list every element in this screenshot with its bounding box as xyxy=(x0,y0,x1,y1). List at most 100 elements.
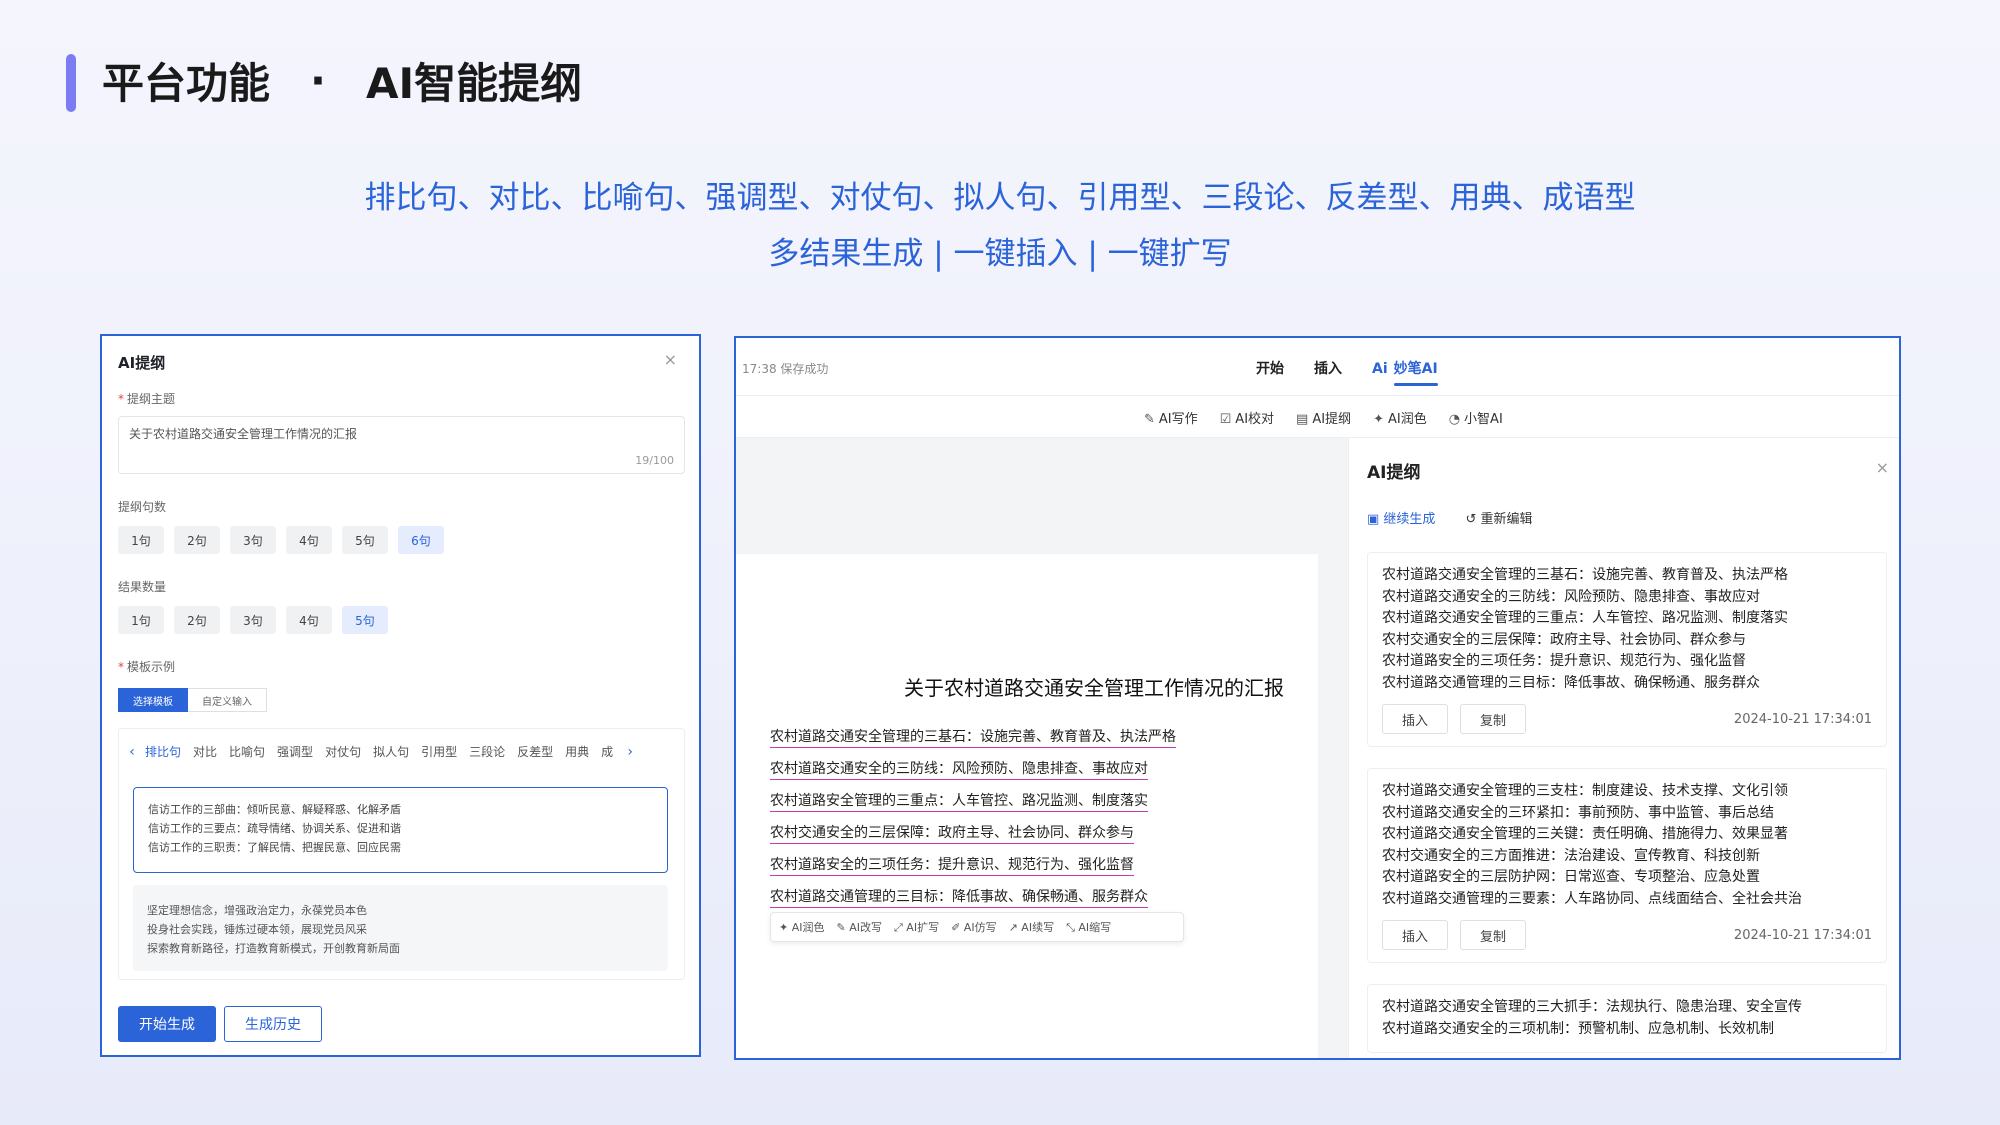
category-item[interactable]: 用典 xyxy=(565,743,589,760)
save-status: 17:38 保存成功 xyxy=(742,362,829,376)
proofread-icon: ☑ xyxy=(1219,412,1232,427)
ai-outline-tool[interactable]: ▤ AI提纲 xyxy=(1296,408,1351,427)
result-line: 农村道路安全的三项任务：提升意识、规范行为、强化监督 xyxy=(1382,653,1746,669)
result-option-2[interactable]: 2句 xyxy=(174,606,220,634)
page-heading: 平台功能 · AI智能提纲 xyxy=(102,50,582,111)
sentence-count-label: 提纲句数 xyxy=(118,500,167,514)
sentence-option-6[interactable]: 6句 xyxy=(398,526,444,554)
tool-label: AI写作 xyxy=(1158,412,1198,427)
mini-tool-rewrite[interactable]: ✎ AI改写 xyxy=(837,919,883,935)
outline-icon: ▤ xyxy=(1296,412,1309,427)
sentence-option-2[interactable]: 2句 xyxy=(174,526,220,554)
document-canvas: 关于农村道路交通安全管理工作情况的汇报 农村道路交通安全管理的三基石：设施完善、… xyxy=(736,438,1348,1058)
mini-tool-shrink[interactable]: ⤡ AI缩写 xyxy=(1066,919,1111,935)
category-item[interactable]: 反差型 xyxy=(517,743,553,760)
tab-custom-input[interactable]: 自定义输入 xyxy=(188,688,267,712)
feature-highlights-line: 多结果生成 | 一键插入 | 一键扩写 xyxy=(768,236,1232,272)
close-icon[interactable]: × xyxy=(1876,458,1889,477)
mini-tool-expand[interactable]: ⤢ AI扩写 xyxy=(894,919,939,935)
insert-button[interactable]: 插入 xyxy=(1382,704,1448,734)
ai-proofread-tool[interactable]: ☑ AI校对 xyxy=(1220,408,1274,427)
title-accent-bar xyxy=(66,54,76,112)
template-example-selected[interactable]: 信访工作的三部曲：倾听民意、解疑释惑、化解矛盾 信访工作的三要点：疏导情绪、协调… xyxy=(133,787,668,873)
sentence-option-3[interactable]: 3句 xyxy=(230,526,276,554)
copy-button[interactable]: 复制 xyxy=(1460,920,1526,950)
close-icon[interactable]: × xyxy=(664,350,677,369)
sentence-option-1[interactable]: 1句 xyxy=(118,526,164,554)
document-line: 农村交通安全的三层保障：政府主导、社会协同、群众参与 xyxy=(770,822,1176,854)
document-page[interactable]: 关于农村道路交通安全管理工作情况的汇报 农村道路交通安全管理的三基石：设施完善、… xyxy=(736,554,1318,1058)
topic-label-text: 提纲主题 xyxy=(127,392,176,406)
tab-start[interactable]: 开始 xyxy=(1256,358,1284,378)
category-item[interactable]: 三段论 xyxy=(469,743,505,760)
chevron-right-icon[interactable]: › xyxy=(617,744,643,760)
xiaozhi-ai-tool[interactable]: ◔ 小智AI xyxy=(1449,408,1503,427)
editor-window: 17:38 保存成功 开始 插入 Ai 妙笔AI ✎ AI写作 ☑ AI校对 ▤ AI提… xyxy=(734,336,1901,1060)
category-item[interactable]: 比喻句 xyxy=(229,743,265,760)
result-line: 农村道路交通安全管理的三基石：设施完善、教育普及、执法严格 xyxy=(1382,567,1788,583)
editor-top-bar: 17:38 保存成功 开始 插入 Ai 妙笔AI xyxy=(736,338,1899,396)
category-item[interactable]: 拟人句 xyxy=(373,743,409,760)
category-item[interactable]: 对仗句 xyxy=(325,743,361,760)
ai-write-tool[interactable]: ✎ AI写作 xyxy=(1144,408,1198,427)
tab-miaobi-ai-label: 妙笔AI xyxy=(1393,361,1438,377)
start-generate-button[interactable]: 开始生成 xyxy=(118,1006,216,1042)
category-item[interactable]: 成 xyxy=(601,743,613,760)
tool-label: 小智AI xyxy=(1464,412,1503,427)
document-line: 农村道路安全的三项任务：提升意识、规范行为、强化监督 xyxy=(770,854,1176,886)
topic-char-count: 19/100 xyxy=(635,454,674,467)
result-count-label: 结果数量 xyxy=(118,580,167,594)
document-line: 农村道路安全管理的三重点：人车管控、路况监测、制度落实 xyxy=(770,790,1176,822)
result-count-options: 1句 2句 3句 4句 5句 xyxy=(118,606,388,634)
result-line: 农村道路安全的三层防护网：日常巡查、专项整治、应急处置 xyxy=(1382,869,1760,885)
re-edit-button[interactable]: ↺ 重新编辑 xyxy=(1465,508,1532,527)
template-label: * 模板示例 xyxy=(118,658,175,675)
document-body: 农村道路交通安全管理的三基石：设施完善、教育普及、执法严格 农村道路交通安全的三… xyxy=(770,726,1176,918)
category-item[interactable]: 对比 xyxy=(193,743,217,760)
document-line: 农村道路交通安全管理的三基石：设施完善、教育普及、执法严格 xyxy=(770,726,1176,758)
category-item[interactable]: 排比句 xyxy=(145,743,181,760)
insert-button[interactable]: 插入 xyxy=(1382,920,1448,950)
result-option-4[interactable]: 4句 xyxy=(286,606,332,634)
sentence-option-4[interactable]: 4句 xyxy=(286,526,332,554)
topic-input[interactable]: 关于农村道路交通安全管理工作情况的汇报 19/100 xyxy=(118,416,685,474)
category-item[interactable]: 强调型 xyxy=(277,743,313,760)
generate-history-button[interactable]: 生成历史 xyxy=(224,1006,322,1042)
result-option-1[interactable]: 1句 xyxy=(118,606,164,634)
ai-polish-tool[interactable]: ✦ AI润色 xyxy=(1373,408,1427,427)
mini-tool-imitate[interactable]: ✐ AI仿写 xyxy=(951,919,997,935)
result-option-5[interactable]: 5句 xyxy=(342,606,388,634)
dialog-title: AI提纲 xyxy=(118,354,166,372)
result-line: 农村道路交通安全管理的三关键：责任明确、措施得力、效果显著 xyxy=(1382,826,1788,842)
category-row: ‹ 排比句 对比 比喻句 强调型 对仗句 拟人句 引用型 三段论 反差型 用典 … xyxy=(119,743,686,760)
category-item[interactable]: 引用型 xyxy=(421,743,457,760)
example-line: 坚定理想信念，增强政治定力，永葆党员本色 xyxy=(147,904,367,917)
chevron-left-icon[interactable]: ‹ xyxy=(119,744,145,760)
tab-insert[interactable]: 插入 xyxy=(1314,358,1342,378)
mini-tool-polish[interactable]: ✦ AI润色 xyxy=(779,919,825,935)
required-mark: * xyxy=(118,660,124,674)
example-line: 信访工作的三职责：了解民情、把握民意、回应民需 xyxy=(148,841,401,854)
side-panel-actions: ▣ 继续生成 ↺ 重新编辑 xyxy=(1367,508,1532,527)
topic-input-value: 关于农村道路交通安全管理工作情况的汇报 xyxy=(129,427,358,441)
continue-generate-button[interactable]: ▣ 继续生成 xyxy=(1367,508,1435,527)
mini-tool-continue[interactable]: ↗ AI续写 xyxy=(1009,919,1055,935)
tool-label: AI校对 xyxy=(1235,412,1275,427)
sparkle-icon: ✦ xyxy=(1373,412,1384,427)
ai-logo-icon: Ai xyxy=(1372,361,1388,377)
tool-label: AI润色 xyxy=(1387,412,1427,427)
result-card: 农村道路交通安全管理的三基石：设施完善、教育普及、执法严格 农村道路交通安全的三… xyxy=(1367,552,1887,747)
result-line: 农村交通安全的三层保障：政府主导、社会协同、群众参与 xyxy=(1382,631,1746,648)
document-line: 农村道路交通安全的三防线：风险预防、隐患排查、事故应对 xyxy=(770,758,1176,790)
assistant-icon: ◔ xyxy=(1448,412,1461,427)
template-label-text: 模板示例 xyxy=(127,660,176,674)
tab-choose-template[interactable]: 选择模板 xyxy=(118,688,188,712)
copy-button[interactable]: 复制 xyxy=(1460,704,1526,734)
template-example[interactable]: 坚定理想信念，增强政治定力，永葆党员本色 投身社会实践，锤炼过硬本领，展现党员风… xyxy=(133,885,668,971)
result-option-3[interactable]: 3句 xyxy=(230,606,276,634)
generate-icon: ▣ xyxy=(1367,512,1384,527)
template-area: ‹ 排比句 对比 比喻句 强调型 对仗句 拟人句 引用型 三段论 反差型 用典 … xyxy=(118,728,685,980)
pen-icon: ✎ xyxy=(1144,412,1155,427)
tab-miaobi-ai[interactable]: Ai 妙笔AI xyxy=(1372,358,1438,386)
sentence-option-5[interactable]: 5句 xyxy=(342,526,388,554)
